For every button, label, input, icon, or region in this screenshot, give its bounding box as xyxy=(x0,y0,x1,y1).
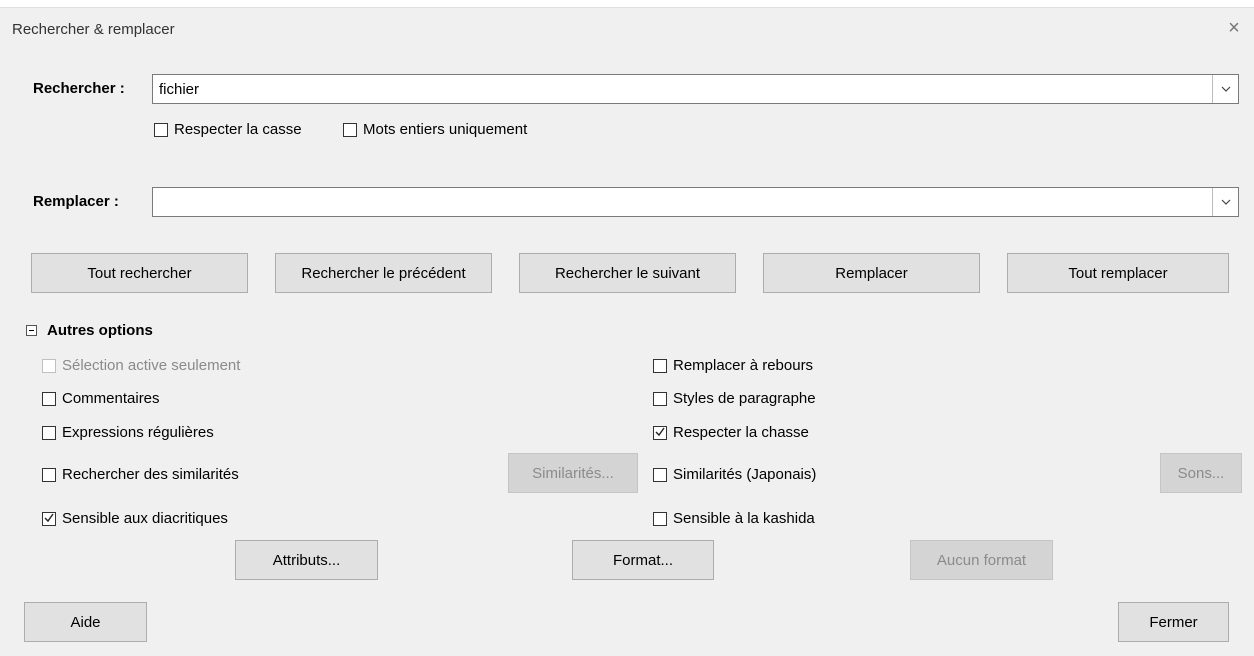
find-all-button[interactable]: Tout rechercher xyxy=(31,253,248,293)
find-previous-button[interactable]: Rechercher le précédent xyxy=(275,253,492,293)
replace-all-button[interactable]: Tout remplacer xyxy=(1007,253,1229,293)
active-selection-label: Sélection active seulement xyxy=(62,357,241,374)
checkbox-box[interactable] xyxy=(653,511,667,526)
similarity-search-checkbox[interactable]: Rechercher des similarités xyxy=(42,466,239,483)
checkbox-box[interactable] xyxy=(42,467,56,482)
close-icon[interactable]: × xyxy=(1222,16,1246,40)
collapse-icon[interactable] xyxy=(26,325,37,336)
more-options-label: Autres options xyxy=(47,322,153,339)
chevron-down-icon[interactable] xyxy=(1212,75,1238,103)
checkbox-box[interactable] xyxy=(42,358,56,373)
replace-label: Remplacer : xyxy=(33,193,119,210)
replace-button[interactable]: Remplacer xyxy=(763,253,980,293)
regex-checkbox[interactable]: Expressions régulières xyxy=(42,424,214,441)
checkmark-icon xyxy=(655,427,665,436)
kashida-checkbox[interactable]: Sensible à la kashida xyxy=(653,510,815,527)
match-case-label: Respecter la casse xyxy=(174,121,302,138)
replace-label-text: Remplacer : xyxy=(33,193,119,210)
similarities-button[interactable]: Similarités... xyxy=(508,453,638,493)
match-case-checkbox[interactable]: Respecter la casse xyxy=(154,121,302,138)
japanese-similarity-label: Similarités (Japonais) xyxy=(673,466,817,483)
kashida-label: Sensible à la kashida xyxy=(673,510,815,527)
match-width-label: Respecter la chasse xyxy=(673,424,809,441)
checkmark-icon xyxy=(44,513,54,522)
whole-words-checkbox[interactable]: Mots entiers uniquement xyxy=(343,121,527,138)
checkbox-box[interactable] xyxy=(653,358,667,373)
checkbox-box[interactable] xyxy=(653,467,667,482)
similarity-search-label: Rechercher des similarités xyxy=(62,466,239,483)
diacritics-label: Sensible aux diacritiques xyxy=(62,510,228,527)
window-top-edge xyxy=(0,0,1254,8)
search-combobox[interactable]: fichier xyxy=(152,74,1239,104)
sounds-button[interactable]: Sons... xyxy=(1160,453,1242,493)
paragraph-styles-checkbox[interactable]: Styles de paragraphe xyxy=(653,390,816,407)
diacritics-checkbox[interactable]: Sensible aux diacritiques xyxy=(42,510,228,527)
more-options-expander[interactable]: Autres options xyxy=(26,322,153,339)
help-button[interactable]: Aide xyxy=(24,602,147,642)
checkbox-box[interactable] xyxy=(653,425,667,440)
checkbox-box[interactable] xyxy=(42,425,56,440)
attributes-button[interactable]: Attributs... xyxy=(235,540,378,580)
checkbox-box[interactable] xyxy=(42,511,56,526)
close-button[interactable]: Fermer xyxy=(1118,602,1229,642)
regex-label: Expressions régulières xyxy=(62,424,214,441)
dialog-title: Rechercher & remplacer xyxy=(12,21,175,38)
no-format-button[interactable]: Aucun format xyxy=(910,540,1053,580)
checkbox-box[interactable] xyxy=(154,122,168,137)
backwards-label: Remplacer à rebours xyxy=(673,357,814,374)
paragraph-styles-label: Styles de paragraphe xyxy=(673,390,816,407)
japanese-similarity-checkbox[interactable]: Similarités (Japonais) xyxy=(653,466,816,483)
comments-label: Commentaires xyxy=(62,390,160,407)
comments-checkbox[interactable]: Commentaires xyxy=(42,390,160,407)
checkbox-box[interactable] xyxy=(343,122,357,137)
match-width-checkbox[interactable]: Respecter la chasse xyxy=(653,424,809,441)
search-input-value[interactable]: fichier xyxy=(159,81,199,98)
active-selection-checkbox[interactable]: Sélection active seulement xyxy=(42,357,240,374)
replace-combobox[interactable] xyxy=(152,187,1239,217)
chevron-down-icon[interactable] xyxy=(1212,188,1238,216)
checkbox-box[interactable] xyxy=(653,391,667,406)
search-label: Rechercher : xyxy=(33,80,125,97)
backwards-checkbox[interactable]: Remplacer à rebours xyxy=(653,357,813,374)
search-label-text: Rechercher : xyxy=(33,80,125,97)
format-button[interactable]: Format... xyxy=(572,540,714,580)
whole-words-label: Mots entiers uniquement xyxy=(363,121,528,138)
checkbox-box[interactable] xyxy=(42,391,56,406)
find-next-button[interactable]: Rechercher le suivant xyxy=(519,253,736,293)
